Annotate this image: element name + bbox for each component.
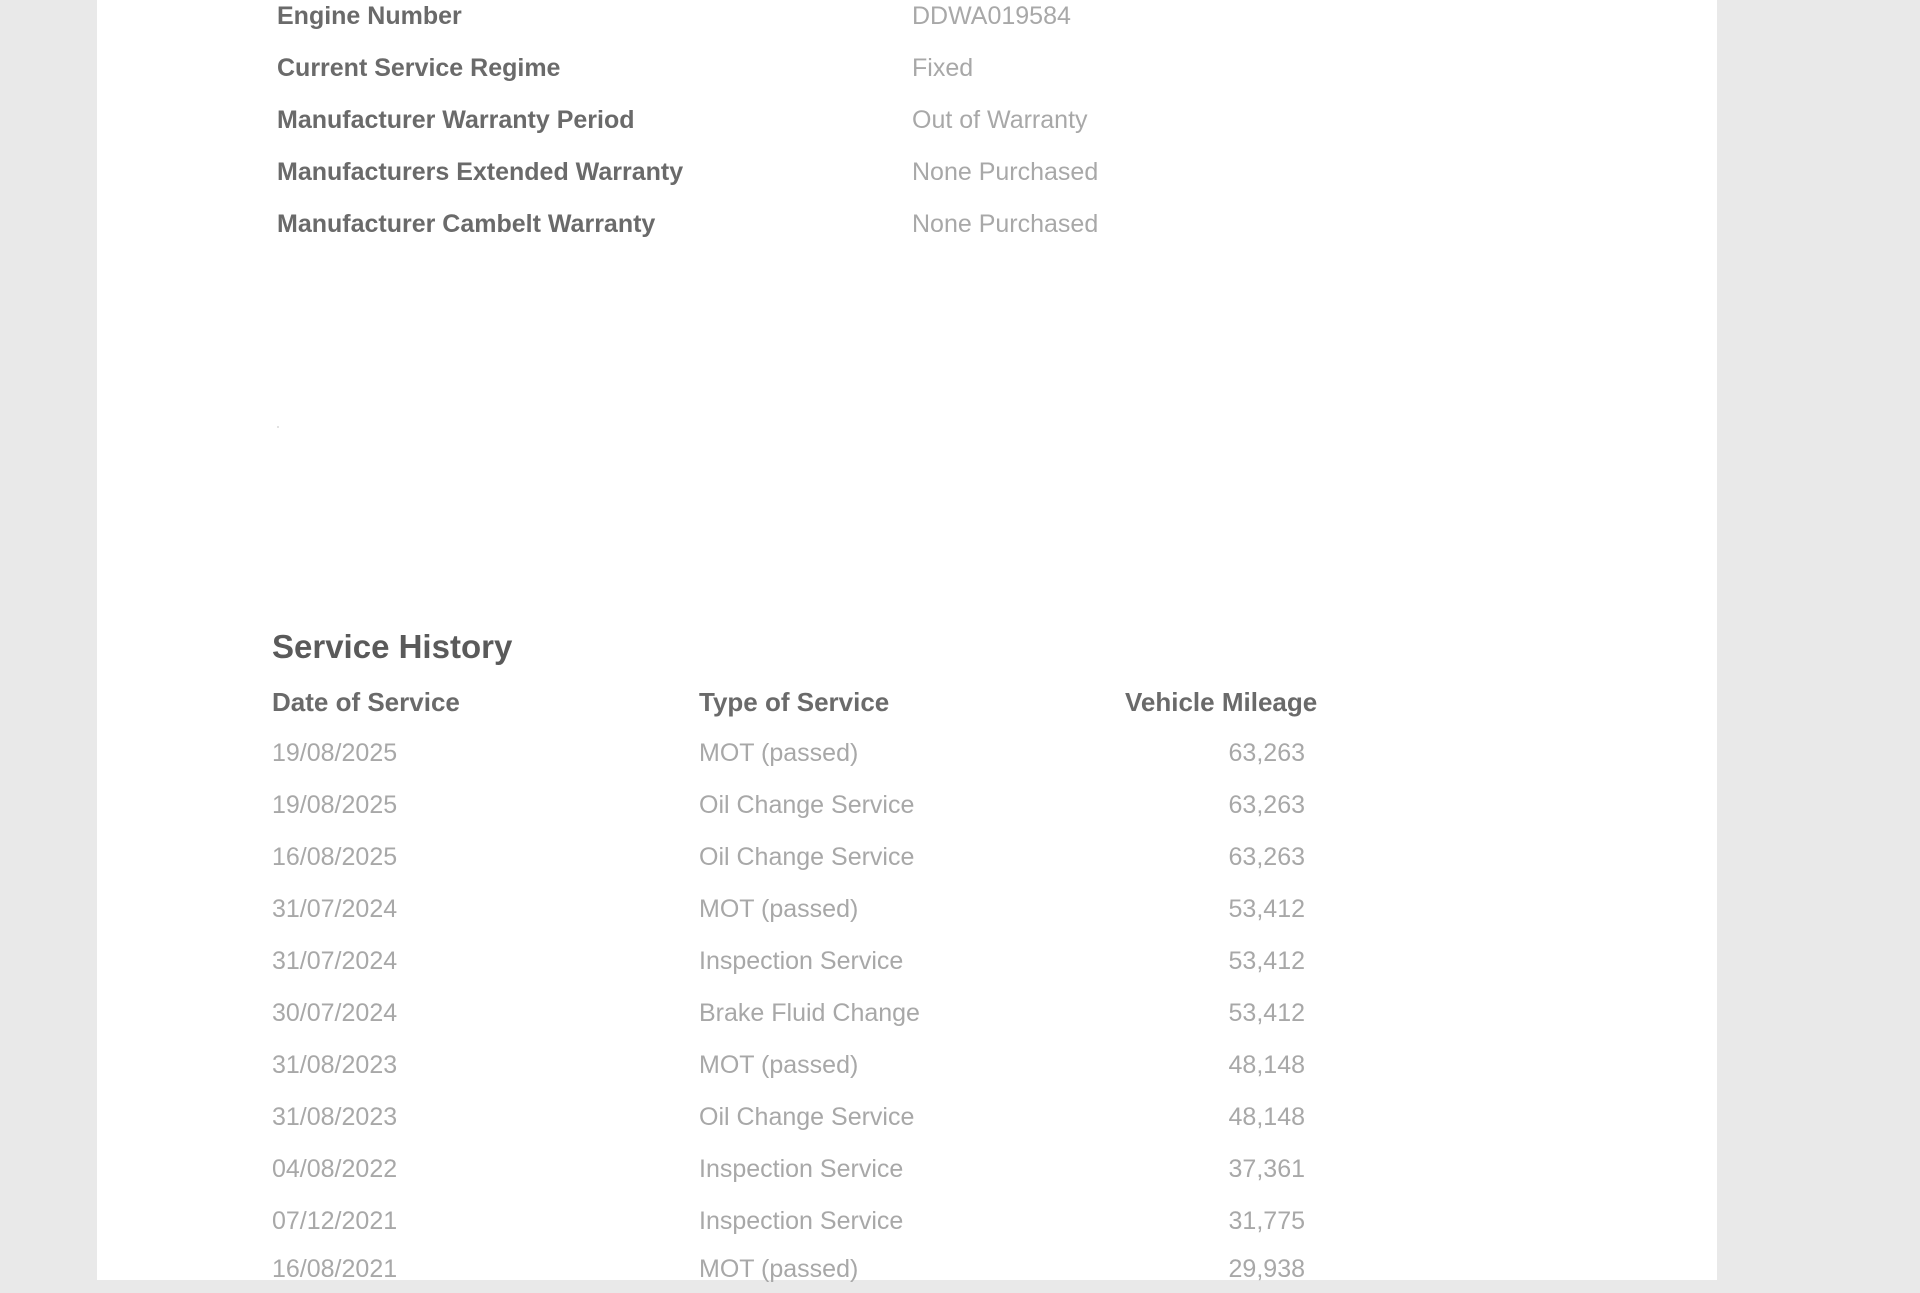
service-date: 31/07/2024: [272, 895, 398, 923]
service-date: 19/08/2025: [272, 739, 398, 767]
detail-label: Engine Number: [277, 2, 462, 30]
service-mileage: 48,148: [1228, 1103, 1305, 1131]
table-row: 07/12/2021 Inspection Service 31,775: [272, 1205, 1372, 1245]
service-type: Inspection Service: [699, 1207, 904, 1235]
service-type: MOT (passed): [699, 739, 859, 767]
detail-row-service-regime: Current Service Regime Fixed: [277, 52, 1277, 92]
service-date: 16/08/2025: [272, 843, 398, 871]
table-row: 04/08/2022 Inspection Service 37,361: [272, 1153, 1372, 1193]
section-title: Service History: [272, 628, 513, 665]
detail-value: DDWA019584: [912, 2, 1071, 30]
detail-label: Manufacturer Warranty Period: [277, 106, 635, 134]
column-header-type: Type of Service: [699, 687, 890, 717]
detail-label: Current Service Regime: [277, 54, 561, 82]
service-date: 16/08/2021: [272, 1255, 398, 1283]
document-page: Engine Number DDWA019584 Current Service…: [97, 0, 1717, 1283]
service-date: 30/07/2024: [272, 999, 398, 1027]
table-row: 19/08/2025 Oil Change Service 63,263: [272, 789, 1372, 829]
table-row: 16/08/2021 MOT (passed) 29,938: [272, 1253, 1372, 1293]
detail-row-extended-warranty: Manufacturers Extended Warranty None Pur…: [277, 156, 1277, 196]
service-date: 31/08/2023: [272, 1103, 398, 1131]
service-type: Inspection Service: [699, 1155, 904, 1183]
service-date: 19/08/2025: [272, 791, 398, 819]
detail-value: Out of Warranty: [912, 106, 1088, 134]
service-mileage: 53,412: [1228, 999, 1305, 1027]
detail-label: Manufacturer Cambelt Warranty: [277, 210, 656, 238]
column-header-date: Date of Service: [272, 687, 460, 717]
service-mileage: 53,412: [1228, 947, 1305, 975]
table-row: 31/07/2024 Inspection Service 53,412: [272, 945, 1372, 985]
detail-label: Manufacturers Extended Warranty: [277, 158, 684, 186]
table-row: 31/08/2023 Oil Change Service 48,148: [272, 1101, 1372, 1141]
service-mileage: 63,263: [1228, 791, 1305, 819]
service-date: 07/12/2021: [272, 1207, 398, 1235]
service-date: 04/08/2022: [272, 1155, 398, 1183]
detail-value: None Purchased: [912, 210, 1099, 238]
detail-row-warranty-period: Manufacturer Warranty Period Out of Warr…: [277, 104, 1277, 144]
detail-value: None Purchased: [912, 158, 1099, 186]
service-type: Oil Change Service: [699, 791, 915, 819]
service-mileage: 53,412: [1228, 895, 1305, 923]
detail-value: Fixed: [912, 54, 974, 82]
service-mileage: 37,361: [1228, 1155, 1305, 1183]
service-mileage: 63,263: [1228, 843, 1305, 871]
service-date: 31/07/2024: [272, 947, 398, 975]
service-date: 31/08/2023: [272, 1051, 398, 1079]
detail-row-engine-number: Engine Number DDWA019584: [277, 0, 1277, 40]
service-type: Brake Fluid Change: [699, 999, 920, 1027]
table-row: 31/08/2023 MOT (passed) 48,148: [272, 1049, 1372, 1089]
service-type: MOT (passed): [699, 1255, 859, 1283]
service-type: MOT (passed): [699, 1051, 859, 1079]
table-row: 19/08/2025 MOT (passed) 63,263: [272, 737, 1372, 777]
service-mileage: 48,148: [1228, 1051, 1305, 1079]
service-mileage: 63,263: [1228, 739, 1305, 767]
divider-dot: [277, 426, 279, 428]
service-mileage: 31,775: [1228, 1207, 1305, 1235]
service-type: Oil Change Service: [699, 1103, 915, 1131]
service-mileage: 29,938: [1228, 1255, 1305, 1283]
service-type: MOT (passed): [699, 895, 859, 923]
table-row: 31/07/2024 MOT (passed) 53,412: [272, 893, 1372, 933]
service-type: Oil Change Service: [699, 843, 915, 871]
table-row: 30/07/2024 Brake Fluid Change 53,412: [272, 997, 1372, 1037]
service-type: Inspection Service: [699, 947, 904, 975]
table-row: 16/08/2025 Oil Change Service 63,263: [272, 841, 1372, 881]
column-header-mileage: Vehicle Mileage: [1125, 687, 1318, 717]
detail-row-cambelt-warranty: Manufacturer Cambelt Warranty None Purch…: [277, 208, 1277, 248]
